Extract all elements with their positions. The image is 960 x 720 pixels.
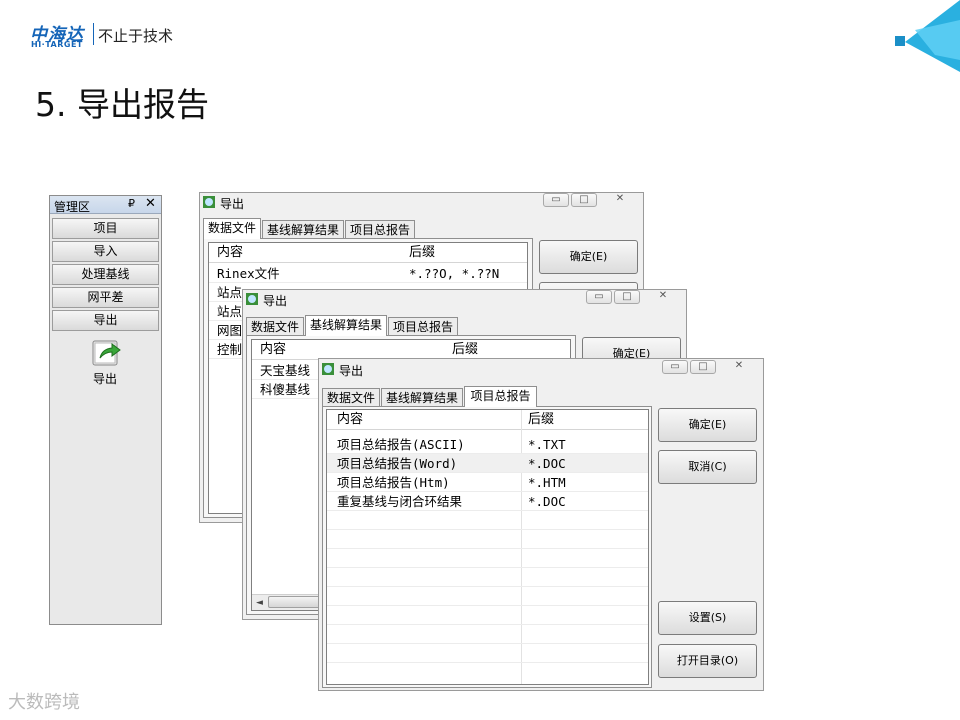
tab-baseline-results[interactable]: 基线解算结果 [305, 315, 387, 336]
empty-row [327, 530, 648, 549]
list-item[interactable]: 项目总结报告(Word) *.DOC [327, 454, 648, 473]
column-header-content[interactable]: 内容 [337, 410, 363, 430]
empty-row [327, 606, 648, 625]
list-header: 内容 后缀 [327, 410, 648, 430]
export-icon-label: 导出 [93, 372, 118, 386]
list-header: 内容 后缀 [209, 243, 527, 263]
column-header-suffix[interactable]: 后缀 [409, 243, 435, 263]
column-header-content[interactable]: 内容 [217, 243, 243, 263]
maximize-button[interactable]: □ [690, 360, 716, 374]
close-icon[interactable]: ✕ [145, 196, 156, 211]
watermark: 大数跨境 [8, 692, 80, 713]
list-item[interactable]: 重复基线与闭合环结果 *.DOC [327, 492, 648, 511]
export-app-icon [246, 293, 258, 305]
close-button[interactable]: ✕ [650, 290, 676, 304]
tab-project-report[interactable]: 项目总报告 [464, 386, 537, 407]
slide-title: 5. 导出报告 [35, 85, 209, 124]
tab-project-report[interactable]: 项目总报告 [345, 220, 415, 239]
close-button[interactable]: ✕ [607, 193, 633, 207]
export-app-icon [322, 363, 334, 375]
brand-logo-en: HI·TARGET [31, 40, 83, 49]
minimize-button[interactable]: ▭ [662, 360, 688, 374]
column-header-suffix[interactable]: 后缀 [528, 410, 554, 430]
list-header: 内容 后缀 [252, 340, 570, 360]
tab-project-report[interactable]: 项目总报告 [388, 317, 458, 336]
export-icon[interactable] [92, 338, 122, 366]
column-header-content[interactable]: 内容 [260, 340, 286, 360]
manager-panel-title: 管理区 [54, 200, 91, 214]
manager-item-project[interactable]: 项目 [52, 218, 159, 239]
tab-baseline-results[interactable]: 基线解算结果 [381, 388, 463, 407]
manager-item-import[interactable]: 导入 [52, 241, 159, 262]
manager-item-process-baseline[interactable]: 处理基线 [52, 264, 159, 285]
manager-panel: 管理区 ₽ ✕ 项目 导入 处理基线 网平差 导出 导出 [49, 195, 162, 625]
window-title: 导出 [339, 364, 364, 378]
empty-row [327, 511, 648, 530]
manager-panel-header: 管理区 ₽ ✕ [50, 196, 161, 214]
open-directory-button[interactable]: 打开目录(O) [658, 644, 757, 678]
scroll-left-icon[interactable]: ◄ [256, 595, 263, 611]
maximize-button[interactable]: □ [571, 193, 597, 207]
export-app-icon [203, 196, 215, 208]
empty-row [327, 568, 648, 587]
manager-item-export[interactable]: 导出 [52, 310, 159, 331]
corner-decoration [895, 0, 960, 72]
window-title: 导出 [220, 197, 245, 211]
list-item[interactable]: 项目总结报告(ASCII) *.TXT [327, 435, 648, 454]
logo-divider [93, 23, 94, 45]
maximize-button[interactable]: □ [614, 290, 640, 304]
empty-row [327, 549, 648, 568]
window-title: 导出 [263, 294, 288, 308]
cancel-button[interactable]: 取消(C) [658, 450, 757, 484]
empty-row [327, 644, 648, 663]
minimize-button[interactable]: ▭ [543, 193, 569, 207]
manager-item-network-adjust[interactable]: 网平差 [52, 287, 159, 308]
list-item[interactable]: Rinex文件 *.??O, *.??N [209, 264, 527, 283]
brand-slogan: 不止于技术 [98, 27, 174, 45]
pin-icon[interactable]: ₽ [128, 197, 135, 210]
tab-data-files[interactable]: 数据文件 [322, 388, 380, 407]
empty-row [327, 625, 648, 644]
tab-data-files[interactable]: 数据文件 [246, 317, 304, 336]
report-list[interactable]: 内容 后缀 项目总结报告(ASCII) *.TXT 项目总结报告(Word) *.D… [326, 409, 649, 685]
list-item[interactable]: 项目总结报告(Htm) *.HTM [327, 473, 648, 492]
export-window-project-report: 导出 ▭ □ ✕ 数据文件 基线解算结果 项目总报告 内容 后缀 项目总结报告(… [318, 358, 764, 691]
tab-baseline-results[interactable]: 基线解算结果 [262, 220, 344, 239]
empty-row [327, 587, 648, 606]
tab-data-files[interactable]: 数据文件 [203, 218, 261, 239]
ok-button[interactable]: 确定(E) [658, 408, 757, 442]
ok-button[interactable]: 确定(E) [539, 240, 638, 274]
column-header-suffix[interactable]: 后缀 [452, 340, 478, 360]
minimize-button[interactable]: ▭ [586, 290, 612, 304]
close-button[interactable]: ✕ [726, 360, 752, 374]
settings-button[interactable]: 设置(S) [658, 601, 757, 635]
tab-panel: 内容 后缀 项目总结报告(ASCII) *.TXT 项目总结报告(Word) *.D… [322, 406, 652, 688]
